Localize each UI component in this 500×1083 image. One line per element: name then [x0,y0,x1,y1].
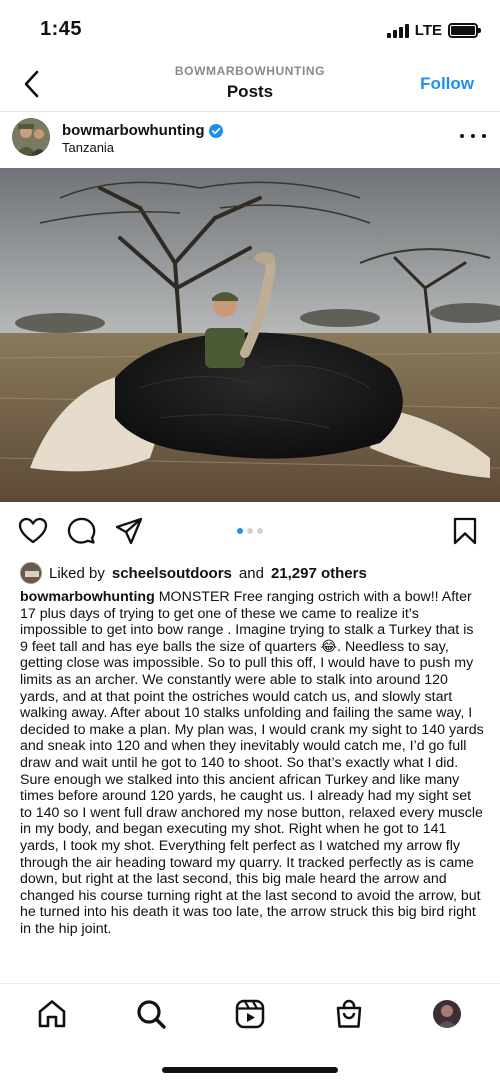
liked-by-and: and [238,564,264,582]
carousel-dot [257,528,263,534]
post-author[interactable]: bowmarbowhunting [62,122,224,139]
likes-summary[interactable]: Liked by scheelsoutdoors and 21,297 othe… [20,561,367,585]
more-horizontal-icon [460,134,464,138]
status-time: 1:45 [40,18,83,40]
bookmark-icon[interactable] [450,516,480,546]
shop-bag-icon[interactable] [333,998,365,1030]
post-actions [0,510,500,554]
post-author-avatar[interactable] [12,118,50,156]
post-author-username[interactable]: bowmarbowhunting [62,122,204,139]
liked-by-avatar [20,562,42,584]
home-icon[interactable] [36,998,68,1030]
status-indicators: LTE [386,22,481,39]
home-indicator [162,1067,338,1073]
caption-username[interactable]: bowmarbowhunting [20,589,155,605]
battery-icon [448,23,481,38]
comment-icon[interactable] [66,516,96,546]
follow-button[interactable]: Follow [420,74,474,94]
post-header: bowmarbowhunting Tanzania [0,112,500,168]
reels-icon[interactable] [234,998,266,1030]
network-type-label: LTE [414,22,442,39]
carousel-dot [237,528,243,534]
search-icon[interactable] [135,998,167,1030]
heart-icon[interactable] [18,516,48,546]
liked-by-user[interactable]: scheelsoutdoors [112,565,232,582]
carousel-dot [247,528,253,534]
post-photo[interactable] [0,168,500,502]
likes-count[interactable]: 21,297 others [271,565,367,582]
carousel-indicator [237,528,263,534]
post-location[interactable]: Tanzania [62,140,114,155]
liked-by-prefix: Liked by [49,564,105,582]
verified-badge-icon [209,123,224,138]
post-caption: bowmarbowhunting MONSTER Free ranging os… [20,589,485,977]
status-bar: 1:45 LTE [0,0,500,58]
caption-text: MONSTER Free ranging ostrich with a bow!… [20,589,484,937]
profile-avatar[interactable] [433,1000,461,1028]
send-icon[interactable] [114,516,144,546]
more-options-button[interactable] [460,126,486,146]
bottom-tab-bar [0,983,500,1083]
nav-header: BOWMARBOWHUNTING Posts Follow [0,58,500,112]
cellular-signal-icon [386,23,409,38]
